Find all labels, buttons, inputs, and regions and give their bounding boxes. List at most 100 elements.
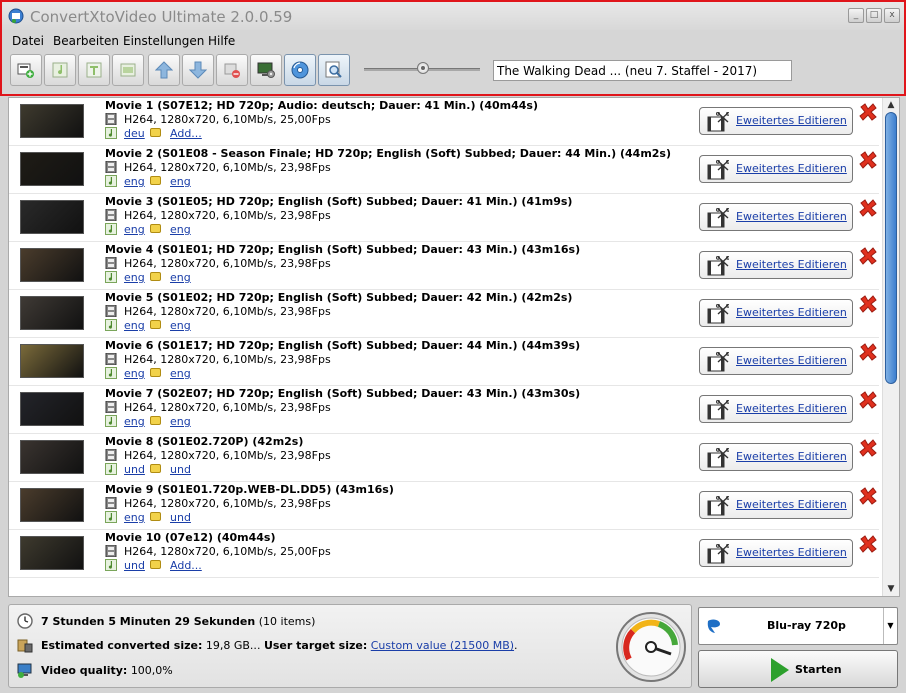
title-bar: ConvertXtoVideo Ultimate 2.0.0.59 _ □ x (0, 0, 906, 30)
list-scrollbar[interactable]: ▲ ▼ (882, 98, 899, 596)
subtitle-language-link[interactable]: eng (170, 415, 191, 428)
text-icon (86, 62, 102, 78)
advanced-edit-label: Eweitertes Editieren (736, 354, 847, 367)
advanced-edit-button[interactable]: Eweitertes Editieren (699, 539, 853, 567)
movie-row[interactable]: Movie 2 (S01E08 - Season Finale; HD 720p… (9, 146, 879, 194)
movie-row[interactable]: Movie 10 (07e12) (40m44s) H264, 1280x720… (9, 530, 879, 578)
disc-icon (291, 61, 309, 79)
audio-language-link[interactable]: eng (124, 511, 145, 524)
move-down-button[interactable] (182, 54, 214, 86)
target-size-link[interactable]: Custom value (21500 MB) (371, 639, 514, 652)
zoom-slider-thumb[interactable] (417, 62, 429, 74)
film-edit-icon (707, 400, 729, 420)
delete-icon[interactable] (858, 246, 878, 266)
audio-language-link[interactable]: eng (124, 367, 145, 380)
menu-bearbeiten[interactable]: Bearbeiten (53, 34, 119, 48)
audio-language-link[interactable]: eng (124, 271, 145, 284)
advanced-edit-button[interactable]: Eweitertes Editieren (699, 251, 853, 279)
movie-row[interactable]: Movie 5 (S01E02; HD 720p; English (Soft)… (9, 290, 879, 338)
close-button[interactable]: x (884, 8, 900, 23)
scroll-down-arrow-icon[interactable]: ▼ (886, 584, 896, 594)
add-chapter-button[interactable] (112, 54, 144, 86)
audio-icon (105, 319, 117, 331)
advanced-edit-button[interactable]: Eweitertes Editieren (699, 347, 853, 375)
add-subtitle-button[interactable] (78, 54, 110, 86)
subtitle-language-link[interactable]: und (170, 463, 191, 476)
start-button[interactable]: Starten (698, 650, 898, 688)
movie-row[interactable]: Movie 4 (S01E01; HD 720p; English (Soft)… (9, 242, 879, 290)
movie-thumbnail (20, 536, 84, 570)
subtitle-language-link[interactable]: eng (170, 271, 191, 284)
add-file-button[interactable] (10, 54, 42, 86)
advanced-edit-button[interactable]: Eweitertes Editieren (699, 299, 853, 327)
delete-icon[interactable] (858, 294, 878, 314)
delete-icon[interactable] (858, 438, 878, 458)
target-label: User target size: (263, 639, 368, 652)
advanced-edit-button[interactable]: Eweitertes Editieren (699, 155, 853, 183)
subtitle-language-link[interactable]: eng (170, 175, 191, 188)
preview-button[interactable] (318, 54, 350, 86)
movie-row[interactable]: Movie 8 (S01E02.720P) (42m2s) H264, 1280… (9, 434, 879, 482)
chevron-down-icon[interactable]: ▼ (883, 608, 897, 644)
start-label: Starten (795, 663, 842, 676)
scrollbar-thumb[interactable] (885, 112, 897, 384)
advanced-edit-button[interactable]: Eweitertes Editieren (699, 443, 853, 471)
menu-datei[interactable]: Datei (12, 34, 44, 48)
delete-icon[interactable] (858, 102, 878, 122)
advanced-edit-button[interactable]: Eweitertes Editieren (699, 107, 853, 135)
delete-icon[interactable] (858, 486, 878, 506)
subtitle-language-link[interactable]: Add... (170, 559, 202, 572)
audio-language-link[interactable]: und (124, 463, 145, 476)
movie-specs: H264, 1280x720, 6,10Mb/s, 25,00Fps (124, 545, 331, 558)
burn-disc-button[interactable] (284, 54, 316, 86)
advanced-edit-label: Eweitertes Editieren (736, 546, 847, 559)
film-strip-icon (105, 449, 117, 461)
advanced-edit-button[interactable]: Eweitertes Editieren (699, 395, 853, 423)
delete-icon[interactable] (858, 390, 878, 410)
window-title: ConvertXtoVideo Ultimate 2.0.0.59 (30, 8, 293, 26)
output-profile-select[interactable]: Blu-ray 720p ▼ (698, 607, 898, 645)
settings-button[interactable] (250, 54, 282, 86)
subtitle-language-link[interactable]: eng (170, 319, 191, 332)
audio-icon (105, 127, 117, 139)
movie-thumbnail (20, 200, 84, 234)
project-name-input[interactable] (493, 60, 792, 81)
film-edit-icon (707, 352, 729, 372)
menu-hilfe[interactable]: Hilfe (208, 34, 235, 48)
subtitle-language-link[interactable]: und (170, 511, 191, 524)
movie-row[interactable]: Movie 9 (S01E01.720p.WEB-DL.DD5) (43m16s… (9, 482, 879, 530)
delete-icon[interactable] (858, 150, 878, 170)
movie-row[interactable]: Movie 1 (S07E12; HD 720p; Audio: deutsch… (9, 98, 879, 146)
audio-language-link[interactable]: eng (124, 223, 145, 236)
audio-language-link[interactable]: und (124, 559, 145, 572)
delete-icon[interactable] (858, 534, 878, 554)
movie-row[interactable]: Movie 6 (S01E17; HD 720p; English (Soft)… (9, 338, 879, 386)
audio-language-link[interactable]: deu (124, 127, 145, 140)
quality-label: Video quality: (41, 664, 128, 677)
audio-language-link[interactable]: eng (124, 319, 145, 332)
move-up-button[interactable] (148, 54, 180, 86)
movie-thumbnail (20, 344, 84, 378)
remove-button[interactable] (216, 54, 248, 86)
subtitle-language-link[interactable]: eng (170, 223, 191, 236)
movie-row[interactable]: Movie 7 (S02E07; HD 720p; English (Soft)… (9, 386, 879, 434)
subtitle-language-link[interactable]: Add... (170, 127, 202, 140)
maximize-button[interactable]: □ (866, 8, 882, 23)
menu-einstellungen[interactable]: Einstellungen (123, 34, 204, 48)
scroll-up-arrow-icon[interactable]: ▲ (886, 100, 896, 110)
movie-title: Movie 8 (S01E02.720P) (42m2s) (105, 435, 304, 448)
movie-title: Movie 5 (S01E02; HD 720p; English (Soft)… (105, 291, 573, 304)
subtitle-language-link[interactable]: eng (170, 367, 191, 380)
audio-language-link[interactable]: eng (124, 175, 145, 188)
audio-icon (105, 511, 117, 523)
minimize-button[interactable]: _ (848, 8, 864, 23)
delete-icon[interactable] (858, 342, 878, 362)
add-audio-button[interactable] (44, 54, 76, 86)
audio-language-link[interactable]: eng (124, 415, 145, 428)
delete-icon[interactable] (858, 198, 878, 218)
advanced-edit-button[interactable]: Eweitertes Editieren (699, 491, 853, 519)
advanced-edit-button[interactable]: Eweitertes Editieren (699, 203, 853, 231)
movie-row[interactable]: Movie 3 (S01E05; HD 720p; English (Soft)… (9, 194, 879, 242)
movie-specs: H264, 1280x720, 6,10Mb/s, 23,98Fps (124, 305, 331, 318)
film-edit-icon (707, 160, 729, 180)
